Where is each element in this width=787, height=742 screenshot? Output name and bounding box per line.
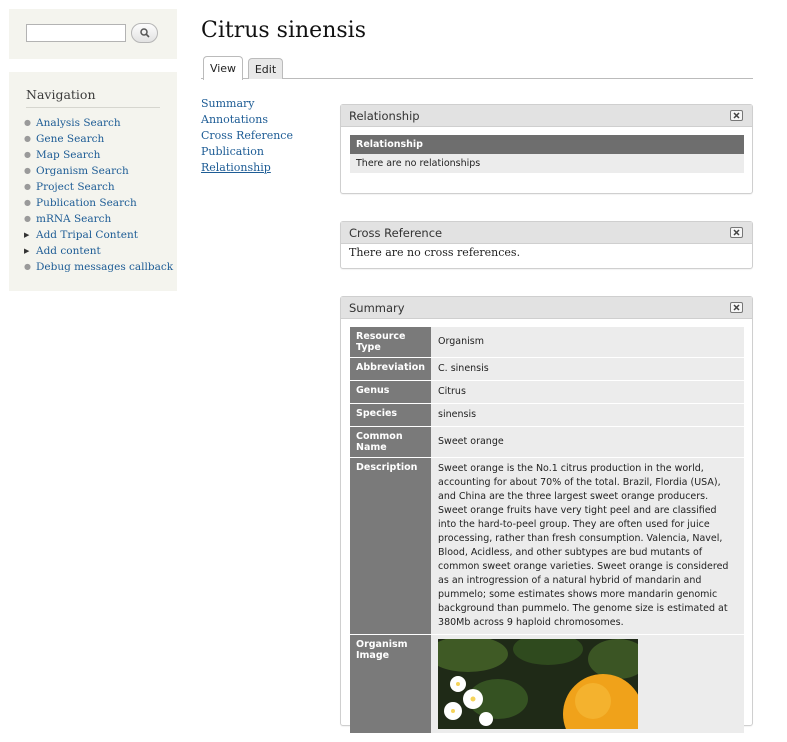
table-row: Species sinensis	[350, 403, 744, 427]
expand-triangle-icon[interactable]: ▶	[24, 227, 36, 243]
tab-edit[interactable]: Edit	[248, 58, 283, 79]
page-title: Citrus sinensis	[201, 18, 366, 43]
table-row: Common Name Sweet orange	[350, 426, 744, 458]
bullet-icon: ●	[24, 198, 31, 207]
row-value: sinensis	[431, 403, 744, 427]
row-value: Sweet orange	[431, 426, 744, 458]
bullet-icon: ●	[24, 150, 31, 159]
row-label: Description	[350, 457, 432, 635]
table-row: Abbreviation C. sinensis	[350, 357, 744, 381]
relationship-panel: Relationship Relationship There are no r…	[340, 104, 753, 194]
nav-item-gene-search[interactable]: ● Gene Search	[24, 131, 173, 147]
search-icon	[139, 28, 150, 38]
relationship-panel-header: Relationship	[341, 105, 752, 127]
summary-panel: Summary Resource Type Organism Abbreviat…	[340, 296, 753, 734]
bullet-icon: ●	[24, 262, 31, 271]
toc-link-summary[interactable]: Summary	[201, 96, 293, 112]
expand-triangle-icon[interactable]: ▶	[24, 243, 36, 259]
content-toc: Summary Annotations Cross Reference Publ…	[201, 96, 293, 176]
summary-table: Resource Type Organism Abbreviation C. s…	[350, 327, 744, 734]
nav-item-debug-messages-callback[interactable]: ● Debug messages callback	[24, 259, 173, 275]
nav-item-map-search[interactable]: ● Map Search	[24, 147, 173, 163]
close-icon[interactable]	[730, 227, 743, 238]
relationship-table: Relationship There are no relationships	[350, 135, 744, 173]
row-value	[431, 634, 744, 734]
cross-reference-panel-header: Cross Reference	[341, 222, 752, 244]
row-value: Sweet orange is the No.1 citrus producti…	[431, 457, 744, 635]
bullet-icon: ●	[24, 134, 31, 143]
relationship-table-header: Relationship	[350, 135, 744, 154]
table-row: Genus Citrus	[350, 380, 744, 404]
search-button[interactable]	[131, 23, 158, 43]
toc-link-publication[interactable]: Publication	[201, 144, 293, 160]
cross-reference-panel-title: Cross Reference	[349, 226, 443, 240]
row-value: Citrus	[431, 380, 744, 404]
nav-item-project-search[interactable]: ● Project Search	[24, 179, 173, 195]
nav-item-organism-search[interactable]: ● Organism Search	[24, 163, 173, 179]
row-value: Organism	[431, 327, 744, 358]
row-label: Common Name	[350, 426, 432, 458]
row-label: Genus	[350, 380, 432, 404]
tab-bar: View Edit	[201, 56, 753, 80]
summary-panel-title: Summary	[349, 301, 405, 315]
search-input[interactable]	[26, 24, 126, 42]
cross-reference-empty-text: There are no cross references.	[349, 246, 521, 259]
bullet-icon: ●	[24, 166, 31, 175]
nav-item-publication-search[interactable]: ● Publication Search	[24, 195, 173, 211]
relationship-panel-title: Relationship	[349, 109, 420, 123]
navigation-title: Navigation	[26, 87, 160, 108]
table-row: Description Sweet orange is the No.1 cit…	[350, 457, 744, 635]
toc-link-relationship[interactable]: Relationship	[201, 160, 293, 176]
cross-reference-panel: Cross Reference There are no cross refer…	[340, 221, 753, 269]
toc-link-annotations[interactable]: Annotations	[201, 112, 293, 128]
summary-panel-body: Resource Type Organism Abbreviation C. s…	[341, 319, 752, 742]
table-row: Resource Type Organism	[350, 327, 744, 358]
search-block	[9, 9, 177, 59]
bullet-icon: ●	[24, 118, 31, 127]
row-label: Abbreviation	[350, 357, 432, 381]
close-icon[interactable]	[730, 302, 743, 313]
nav-item-mrna-search[interactable]: ● mRNA Search	[24, 211, 173, 227]
navigation-block: Navigation ● Analysis Search ● Gene Search…	[9, 72, 177, 291]
relationship-empty-text: There are no relationships	[350, 154, 744, 173]
bullet-icon: ●	[24, 182, 31, 191]
bullet-icon: ●	[24, 214, 31, 223]
row-label: Organism Image	[350, 634, 432, 734]
tab-view[interactable]: View	[203, 56, 243, 80]
organism-image	[438, 639, 639, 729]
relationship-panel-body: Relationship There are no relationships	[341, 127, 752, 181]
row-label: Species	[350, 403, 432, 427]
close-icon[interactable]	[730, 110, 743, 121]
nav-item-add-content[interactable]: ▶ Add content	[24, 243, 173, 259]
row-value: C. sinensis	[431, 357, 744, 381]
toc-link-cross-reference[interactable]: Cross Reference	[201, 128, 293, 144]
row-label: Resource Type	[350, 327, 432, 358]
navigation-list: ● Analysis Search ● Gene Search ● Map Searc…	[24, 115, 173, 275]
table-row: Organism Image	[350, 634, 744, 734]
nav-item-add-tripal-content[interactable]: ▶ Add Tripal Content	[24, 227, 173, 243]
nav-item-analysis-search[interactable]: ● Analysis Search	[24, 115, 173, 131]
summary-panel-header: Summary	[341, 297, 752, 319]
